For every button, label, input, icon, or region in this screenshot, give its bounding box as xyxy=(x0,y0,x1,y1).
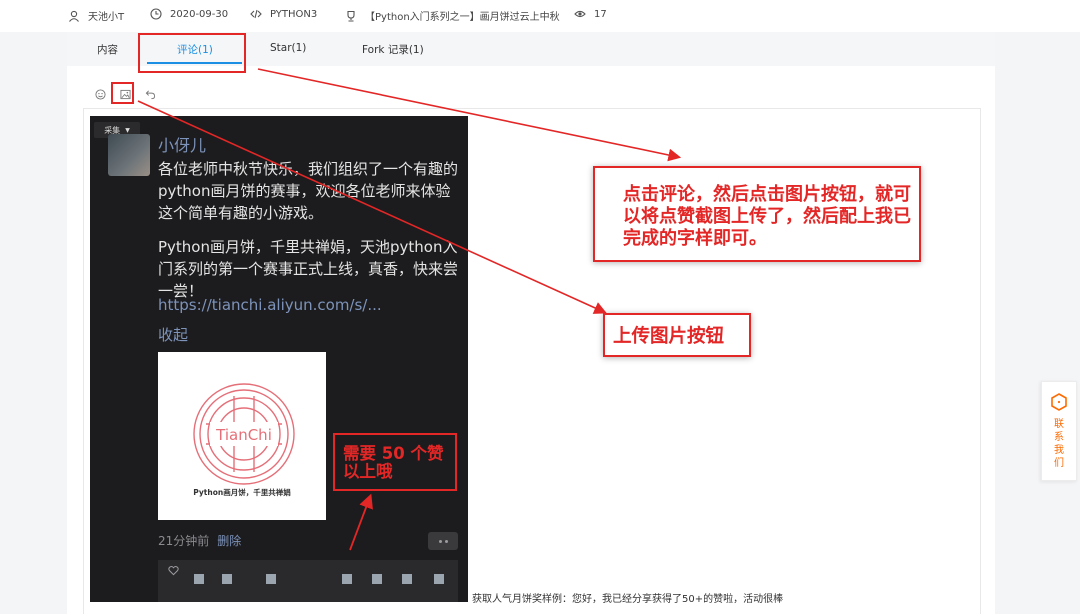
trophy-icon xyxy=(347,10,355,22)
eye-icon xyxy=(574,10,586,18)
emoji-icon xyxy=(94,88,106,100)
poster-caption: Python画月饼，千里共禅娟 xyxy=(193,488,291,497)
meta-views: 17 xyxy=(574,8,607,20)
undo-icon xyxy=(145,90,155,99)
blurred-avatar xyxy=(434,574,444,584)
meta-competition[interactable]: 【Python入门系列之一】画月饼过云上中秋 xyxy=(345,8,560,23)
competition-text: 【Python入门系列之一】画月饼过云上中秋 xyxy=(365,12,560,23)
code-icon xyxy=(250,9,262,19)
tab-fork[interactable]: Fork 记录(1) xyxy=(362,42,424,57)
language-text: PYTHON3 xyxy=(270,8,318,20)
blurred-avatar xyxy=(266,574,276,584)
instruction-note: 点击评论，然后点击图片按钮，就可以将点赞截图上传了，然后配上我已完成的字样即可。 xyxy=(593,166,921,262)
uploaded-screenshot: 采集 ▼ 小伢儿 各位老师中秋节快乐，我们组织了一个有趣的python画月饼的赛… xyxy=(90,116,468,602)
tab-highlight-box xyxy=(138,33,246,73)
delete-link: 删除 xyxy=(217,534,242,548)
poster-logo-text: TianChi xyxy=(215,426,272,444)
blurred-avatar xyxy=(222,574,232,584)
chat-icon xyxy=(1051,393,1067,411)
date-text: 2020-09-30 xyxy=(170,8,229,20)
upload-button-note-text: 上传图片按钮 xyxy=(613,326,725,347)
post-meta: 21分钟前 删除 xyxy=(158,532,241,549)
author-name: 天池小T xyxy=(88,12,125,23)
likes-requirement-note-text: 需要 50 个赞以上哦 xyxy=(343,444,444,481)
poster-image: TianChi Python画月饼，千里共禅娟 xyxy=(158,352,326,520)
image-button-highlight-box xyxy=(111,82,134,104)
contact-us-label: 联系我们 xyxy=(1054,419,1064,469)
views-count: 17 xyxy=(594,8,607,20)
post-paragraph: 各位老师中秋节快乐，我们组织了一个有趣的python画月饼的赛事，欢迎各位老师来… xyxy=(158,160,459,222)
user-icon xyxy=(69,10,79,22)
undo-button[interactable] xyxy=(142,86,158,102)
meta-date: 2020-09-30 xyxy=(150,8,228,20)
more-button xyxy=(428,532,458,550)
clock-icon xyxy=(150,8,162,20)
caret-down-icon: ▼ xyxy=(125,126,130,134)
blurred-avatar xyxy=(372,574,382,584)
page: 天池小T 2020-09-30 PYTHON3 【Python入门系列之一】画月… xyxy=(0,0,1080,614)
likes-bar xyxy=(158,560,458,602)
heart-icon xyxy=(168,566,179,576)
avatar xyxy=(108,134,150,176)
tab-star[interactable]: Star(1) xyxy=(270,42,306,54)
contact-us-widget[interactable]: 联系我们 xyxy=(1041,381,1077,481)
comment-input-text: 获取人气月饼奖样例：您好，我已经分享获得了50+的赞啦，活动很棒 xyxy=(472,594,784,605)
post-paragraph: Python画月饼，千里共禅娟，天池python入门系列的第一个赛事正式上线，真… xyxy=(158,238,459,300)
collapse-link: 收起 xyxy=(158,326,189,344)
emoji-button[interactable] xyxy=(92,86,108,102)
meta-author[interactable]: 天池小T xyxy=(68,8,124,23)
post-body: 各位老师中秋节快乐，我们组织了一个有趣的python画月饼的赛事，欢迎各位老师来… xyxy=(158,158,463,314)
blurred-avatar xyxy=(402,574,412,584)
blurred-avatar xyxy=(194,574,204,584)
tab-content[interactable]: 内容 xyxy=(97,42,118,57)
post-link: https://tianchi.aliyun.com/s/... xyxy=(158,296,382,314)
blurred-avatar xyxy=(342,574,352,584)
upload-button-note: 上传图片按钮 xyxy=(603,313,751,357)
meta-bar: 天池小T 2020-09-30 PYTHON3 【Python入门系列之一】画月… xyxy=(0,0,1080,32)
meta-language: PYTHON3 xyxy=(250,8,317,20)
post-time: 21分钟前 xyxy=(158,534,210,548)
post-user-name: 小伢儿 xyxy=(158,136,207,155)
likes-requirement-note: 需要 50 个赞以上哦 xyxy=(333,433,457,491)
instruction-note-text: 点击评论，然后点击图片按钮，就可以将点赞截图上传了，然后配上我已完成的字样即可。 xyxy=(623,184,911,249)
